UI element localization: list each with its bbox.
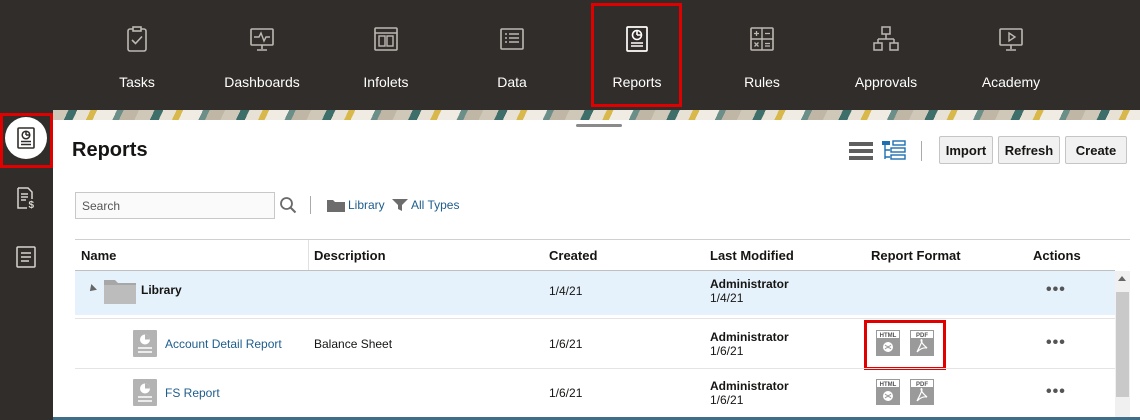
nav-label-dashboards: Dashboards [224,74,300,90]
toolbar-separator [921,141,922,161]
infolets-icon [374,27,398,51]
panel-drag-handle[interactable] [576,124,622,127]
nav-label-infolets: Infolets [363,74,409,90]
nav-item-rules[interactable]: Rules [722,0,802,110]
rail-reports-highlight [0,113,53,168]
create-button[interactable]: Create [1065,136,1127,164]
dashboards-icon [250,28,274,51]
row-modified-date: 1/4/21 [710,291,744,305]
search-input[interactable] [75,192,275,219]
nav-label-approvals: Approvals [854,74,918,90]
pdf-format-icon[interactable]: PDF [910,379,934,405]
library-filter[interactable]: Library [327,198,385,212]
row-created: 1/4/21 [549,284,583,298]
report-icon [133,379,157,406]
nav-label-rules: Rules [744,74,780,90]
page-title: Reports [72,139,148,161]
filter-icon [392,199,408,211]
row-actions-menu[interactable]: ••• [1046,383,1066,401]
row-actions-menu[interactable]: ••• [1046,281,1066,299]
row-actions-menu[interactable]: ••• [1046,334,1066,352]
column-header-name[interactable]: Name [81,248,116,263]
report-link-fs-report[interactable]: FS Report [165,386,220,400]
type-filter[interactable]: All Types [392,198,459,212]
nav-label-academy: Academy [981,74,1041,90]
row-name-library[interactable]: Library [141,283,182,297]
data-icon [500,28,524,50]
list-view-icon[interactable] [849,140,873,162]
nav-label-tasks: Tasks [119,74,155,90]
row-created: 1/6/21 [549,386,583,400]
nav-label-data: Data [497,74,527,90]
row-divider [75,368,1115,369]
import-button[interactable]: Import [939,136,993,164]
approvals-icon [873,26,899,51]
nav-item-infolets[interactable]: Infolets [346,0,426,110]
row-modified-date: 1/6/21 [710,393,744,407]
table-top-border [75,239,1130,240]
nav-item-approvals[interactable]: Approvals [846,0,926,110]
folder-icon [327,200,345,212]
type-filter-label: All Types [411,198,460,212]
pdf-format-label: PDF [916,382,928,388]
row-created: 1/6/21 [549,337,583,351]
academy-icon [999,28,1023,51]
report-format-highlight [864,320,946,370]
nav-item-tasks[interactable]: Tasks [97,0,177,110]
row-modified-by: Administrator [710,277,789,291]
row-modified-by: Administrator [710,379,789,393]
column-header-description[interactable]: Description [314,248,386,263]
row-divider [75,318,1115,319]
nav-reports-highlight [591,3,682,107]
scroll-up-arrow-icon[interactable] [1118,276,1126,281]
svg-text:$: $ [29,200,35,210]
row-modified-date: 1/6/21 [710,344,744,358]
row-description: Balance Sheet [314,337,393,351]
html-format-icon[interactable]: HTML [876,379,900,405]
table-row[interactable] [75,271,1115,315]
financial-report-icon[interactable]: $ [14,186,38,210]
column-header-created[interactable]: Created [549,248,597,263]
nav-item-data[interactable]: Data [472,0,552,110]
nav-item-academy[interactable]: Academy [971,0,1051,110]
folder-icon [104,280,136,304]
refresh-button[interactable]: Refresh [998,136,1060,164]
scrollbar-thumb[interactable] [1116,292,1129,397]
tree-view-icon[interactable] [882,140,906,162]
search-icon[interactable] [279,196,297,214]
column-header-actions[interactable]: Actions [1033,248,1081,263]
column-header-report-format[interactable]: Report Format [871,248,961,263]
tasks-icon [127,26,147,52]
report-link-account-detail[interactable]: Account Detail Report [165,337,282,351]
html-format-label: HTML [880,382,897,388]
nav-item-dashboards[interactable]: Dashboards [222,0,302,110]
report-icon [133,330,157,357]
filter-separator [310,196,311,214]
column-header-last-modified[interactable]: Last Modified [710,248,794,263]
document-icon[interactable] [14,245,38,269]
rules-icon [750,27,774,51]
row-modified-by: Administrator [710,330,789,344]
decorative-banner [53,110,1140,120]
library-filter-label: Library [348,198,385,212]
column-divider [308,240,309,271]
